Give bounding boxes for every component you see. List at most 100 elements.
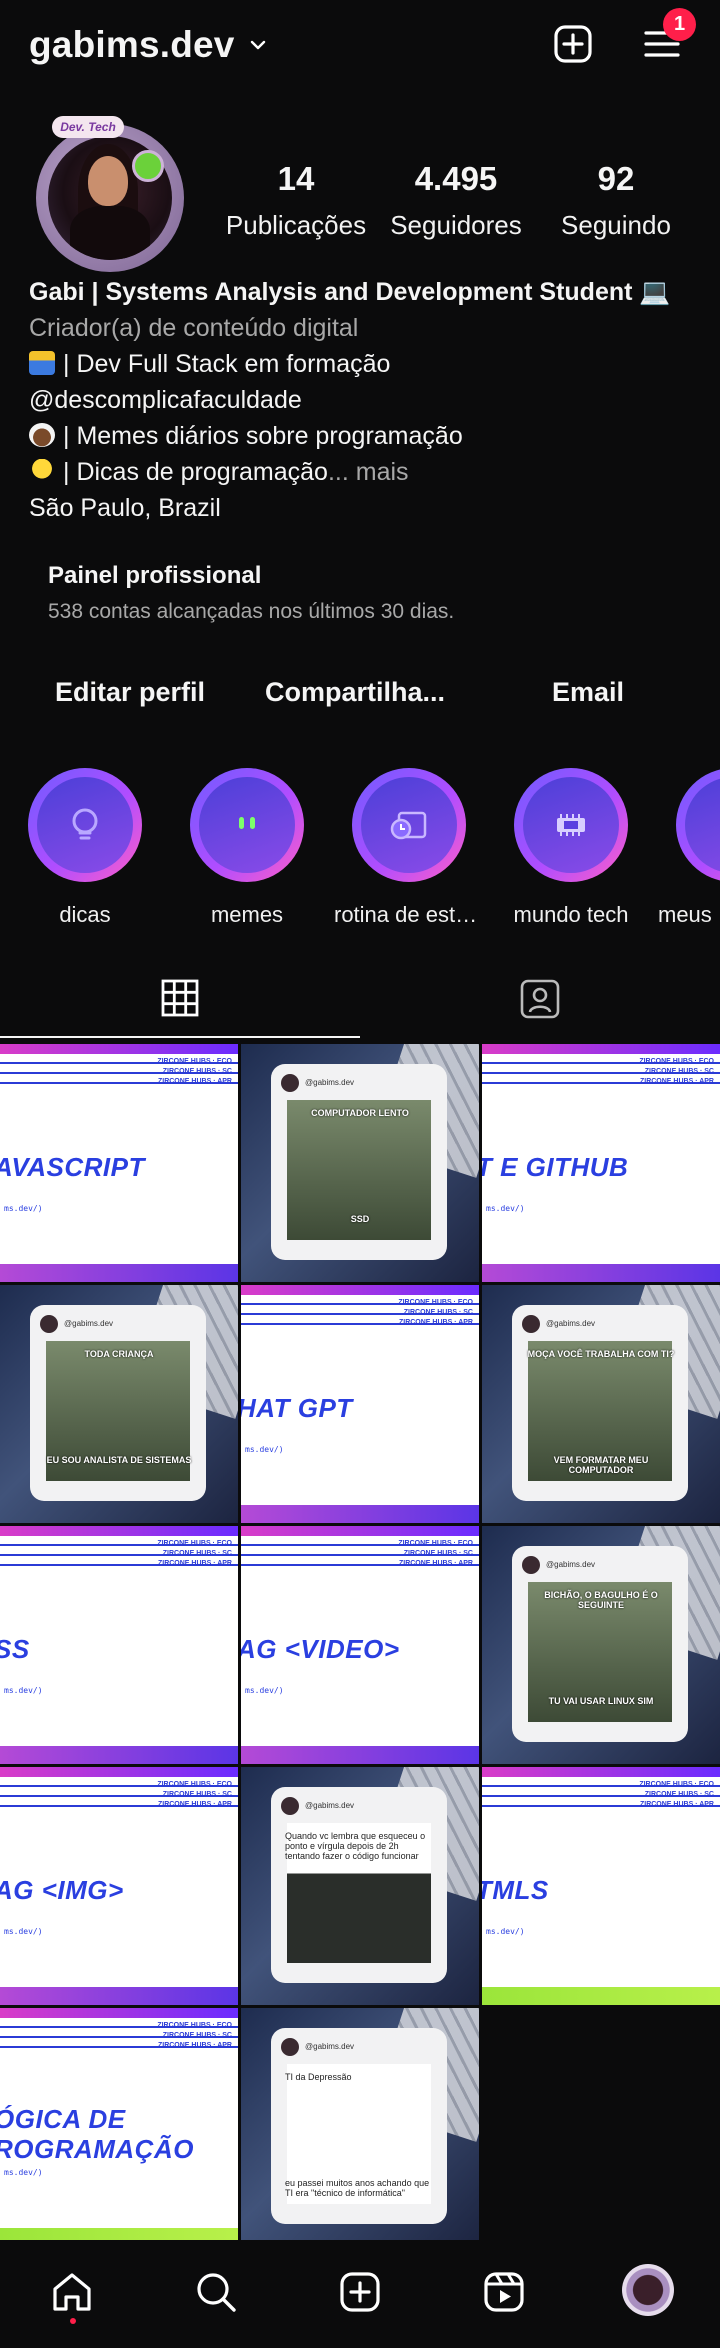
meme-caption-top: Quando vc lembra que esqueceu o ponto e … <box>285 1831 426 1861</box>
tagged-person-icon <box>520 979 560 1019</box>
slide-title: TMLS <box>482 1875 549 1905</box>
post-thumbnail[interactable]: ZIRCONE HUBS · ECO ZIRCONE HUBS · SC ZIR… <box>482 1044 720 1282</box>
grid-icon <box>161 979 199 1017</box>
meme-caption-top: BICHÃO, O BAGULHO É O SEGUINTE <box>544 1590 658 1610</box>
reels-icon[interactable] <box>480 2268 528 2316</box>
slide-tagline: ZIRCONE HUBS · ECO ZIRCONE HUBS · SC ZIR… <box>157 1540 232 1567</box>
post-thumbnail[interactable]: @gabims.dev TI da Depressão eu passei muit… <box>241 2008 479 2246</box>
profile-bio: Gabi | Systems Analysis and Development … <box>29 274 709 526</box>
cpu-chip-icon <box>557 814 585 836</box>
username: gabims.dev <box>29 24 235 65</box>
tab-posts-grid[interactable] <box>0 960 360 1038</box>
highlight-memes[interactable]: memes <box>172 768 322 928</box>
post-thumbnail[interactable]: ZIRCONE HUBS · ECO ZIRCONE HUBS · SC ZIR… <box>241 1526 479 1764</box>
create-icon[interactable] <box>336 2268 384 2316</box>
highlight-label: meus <box>658 902 712 927</box>
stat-posts[interactable]: 14 Publicações <box>222 160 370 241</box>
stat-posts-value: 14 <box>277 160 315 197</box>
notification-badge: 1 <box>663 8 696 41</box>
slide-url: ms.dev/) <box>486 1204 525 1213</box>
meme-caption-top: TI da Depressão <box>285 2072 352 2082</box>
slide-tagline: ZIRCONE HUBS · ECO ZIRCONE HUBS · SC ZIR… <box>639 1058 714 1085</box>
stat-followers[interactable]: 4.495 Seguidores <box>386 160 526 241</box>
slide-url: ms.dev/) <box>4 2168 43 2177</box>
meme-caption-top: TODA CRIANÇA <box>84 1349 154 1359</box>
meme-username: @gabims.dev <box>546 1319 596 1328</box>
bio-more-link[interactable]: ... mais <box>328 458 409 486</box>
highlight-meus[interactable]: meus <box>658 768 720 928</box>
bio-line-4: | Dicas de programação <box>63 458 328 486</box>
profile-avatar[interactable] <box>36 124 184 272</box>
meme-caption-bottom: SSD <box>350 1214 370 1224</box>
home-activity-dot <box>70 2318 76 2324</box>
share-profile-button[interactable]: Compartilha... <box>255 668 455 716</box>
chevron-down-icon <box>250 40 265 50</box>
coffee-emoji-icon <box>29 423 55 447</box>
stat-following-value: 92 <box>597 160 635 197</box>
slide-title: AG <VIDEO> <box>241 1634 400 1664</box>
post-thumbnail[interactable]: ZIRCONE HUBS · ECO ZIRCONE HUBS · SC ZIR… <box>0 2008 238 2246</box>
bio-location: São Paulo, Brazil <box>29 494 221 522</box>
slide-url: ms.dev/) <box>245 1686 284 1695</box>
slide-url: ms.dev/) <box>486 1927 525 1936</box>
post-thumbnail[interactable]: ZIRCONE HUBS · ECO ZIRCONE HUBS · SC ZIR… <box>482 1767 720 2005</box>
bio-line-2[interactable]: @descomplicafaculdade <box>29 382 709 418</box>
post-thumbnail[interactable]: ZIRCONE HUBS · ECO ZIRCONE HUBS · SC ZIR… <box>0 1526 238 1764</box>
highlight-label: rotina de estu... <box>334 902 484 927</box>
slide-title: HAT GPT <box>241 1393 353 1423</box>
slide-url: ms.dev/) <box>4 1204 43 1213</box>
slide-title: AVASCRIPT <box>0 1152 145 1182</box>
slide-tagline: ZIRCONE HUBS · ECO ZIRCONE HUBS · SC ZIR… <box>157 1781 232 1808</box>
post-thumbnail[interactable]: ZIRCONE HUBS · ECO ZIRCONE HUBS · SC ZIR… <box>0 1767 238 2005</box>
slide-title: ÓGICA DE ROGRAMAÇÃO <box>0 2104 194 2164</box>
meme-username: @gabims.dev <box>305 1801 355 1810</box>
professional-dashboard[interactable]: Painel profissional 538 contas alcançada… <box>48 562 454 624</box>
add-post-icon[interactable] <box>549 20 597 68</box>
slide-tagline: ZIRCONE HUBS · ECO ZIRCONE HUBS · SC ZIR… <box>398 1540 473 1567</box>
post-thumbnail[interactable]: @gabims.dev BICHÃO, O BAGULHO É O SEGUINT… <box>482 1526 720 1764</box>
meme-caption-bottom: eu passei muitos anos achando que TI era… <box>285 2178 430 2198</box>
post-thumbnail[interactable]: @gabims.dev MOÇA VOCÊ TRABALHA COM TI? VEM… <box>482 1285 720 1523</box>
slide-tagline: ZIRCONE HUBS · ECO ZIRCONE HUBS · SC ZIR… <box>639 1781 714 1808</box>
slide-title: AG <IMG> <box>0 1875 124 1905</box>
profile-tab-avatar[interactable] <box>622 2264 674 2316</box>
edit-profile-button[interactable]: Editar perfil <box>30 668 230 716</box>
email-button[interactable]: Email <box>478 668 698 716</box>
bio-category: Criador(a) de conteúdo digital <box>29 314 359 342</box>
slide-title: SS <box>0 1634 30 1664</box>
highlight-label: dicas <box>59 902 111 927</box>
bio-line-1: | Dev Full Stack em formação <box>63 350 391 378</box>
profile-header: gabims.dev 1 <box>0 0 720 92</box>
meme-username: @gabims.dev <box>64 1319 114 1328</box>
post-thumbnail[interactable]: ZIRCONE HUBS · ECO ZIRCONE HUBS · SC ZIR… <box>0 1044 238 1282</box>
highlight-mundo-tech[interactable]: mundo tech <box>496 768 646 928</box>
highlight-dicas[interactable]: dicas <box>10 768 160 928</box>
slide-title: T E GITHUB <box>482 1152 629 1182</box>
slide-tagline: ZIRCONE HUBS · ECO ZIRCONE HUBS · SC ZIR… <box>398 1299 473 1326</box>
stat-following-label: Seguindo <box>561 210 671 240</box>
post-thumbnail[interactable]: @gabims.dev Quando vc lembra que esqueceu… <box>241 1767 479 2005</box>
bio-line-3: | Memes diários sobre programação <box>63 422 463 450</box>
post-thumbnail[interactable]: @gabims.dev TODA CRIANÇA EU SOU ANALISTA D… <box>0 1285 238 1523</box>
search-icon[interactable] <box>192 2268 240 2316</box>
meme-caption-top: MOÇA VOCÊ TRABALHA COM TI? <box>527 1349 675 1359</box>
stat-followers-label: Seguidores <box>390 210 522 240</box>
highlight-rotina[interactable]: rotina de estu... <box>334 768 484 928</box>
pro-panel-subtitle: 538 contas alcançadas nos últimos 30 dia… <box>48 600 455 623</box>
slide-tagline: ZIRCONE HUBS · ECO ZIRCONE HUBS · SC ZIR… <box>157 1058 232 1085</box>
post-thumbnail[interactable]: @gabims.dev COMPUTADOR LENTO SSD <box>241 1044 479 1282</box>
stat-following[interactable]: 92 Seguindo <box>548 160 684 241</box>
bottom-nav <box>0 2240 720 2348</box>
meme-username: @gabims.dev <box>546 1560 596 1569</box>
slide-url: ms.dev/) <box>245 1445 284 1454</box>
meme-caption-top: COMPUTADOR LENTO <box>311 1108 409 1118</box>
highlight-label: mundo tech <box>513 902 629 927</box>
bio-name: Gabi | Systems Analysis and Development … <box>29 278 671 306</box>
tab-tagged[interactable] <box>360 960 720 1038</box>
post-thumbnail[interactable]: ZIRCONE HUBS · ECO ZIRCONE HUBS · SC ZIR… <box>241 1285 479 1523</box>
stat-followers-value: 4.495 <box>414 160 498 197</box>
technologist-emoji-icon <box>29 351 55 375</box>
account-switcher[interactable]: gabims.dev <box>29 24 267 66</box>
home-icon[interactable] <box>48 2268 96 2316</box>
slide-tagline: ZIRCONE HUBS · ECO ZIRCONE HUBS · SC ZIR… <box>157 2022 232 2049</box>
